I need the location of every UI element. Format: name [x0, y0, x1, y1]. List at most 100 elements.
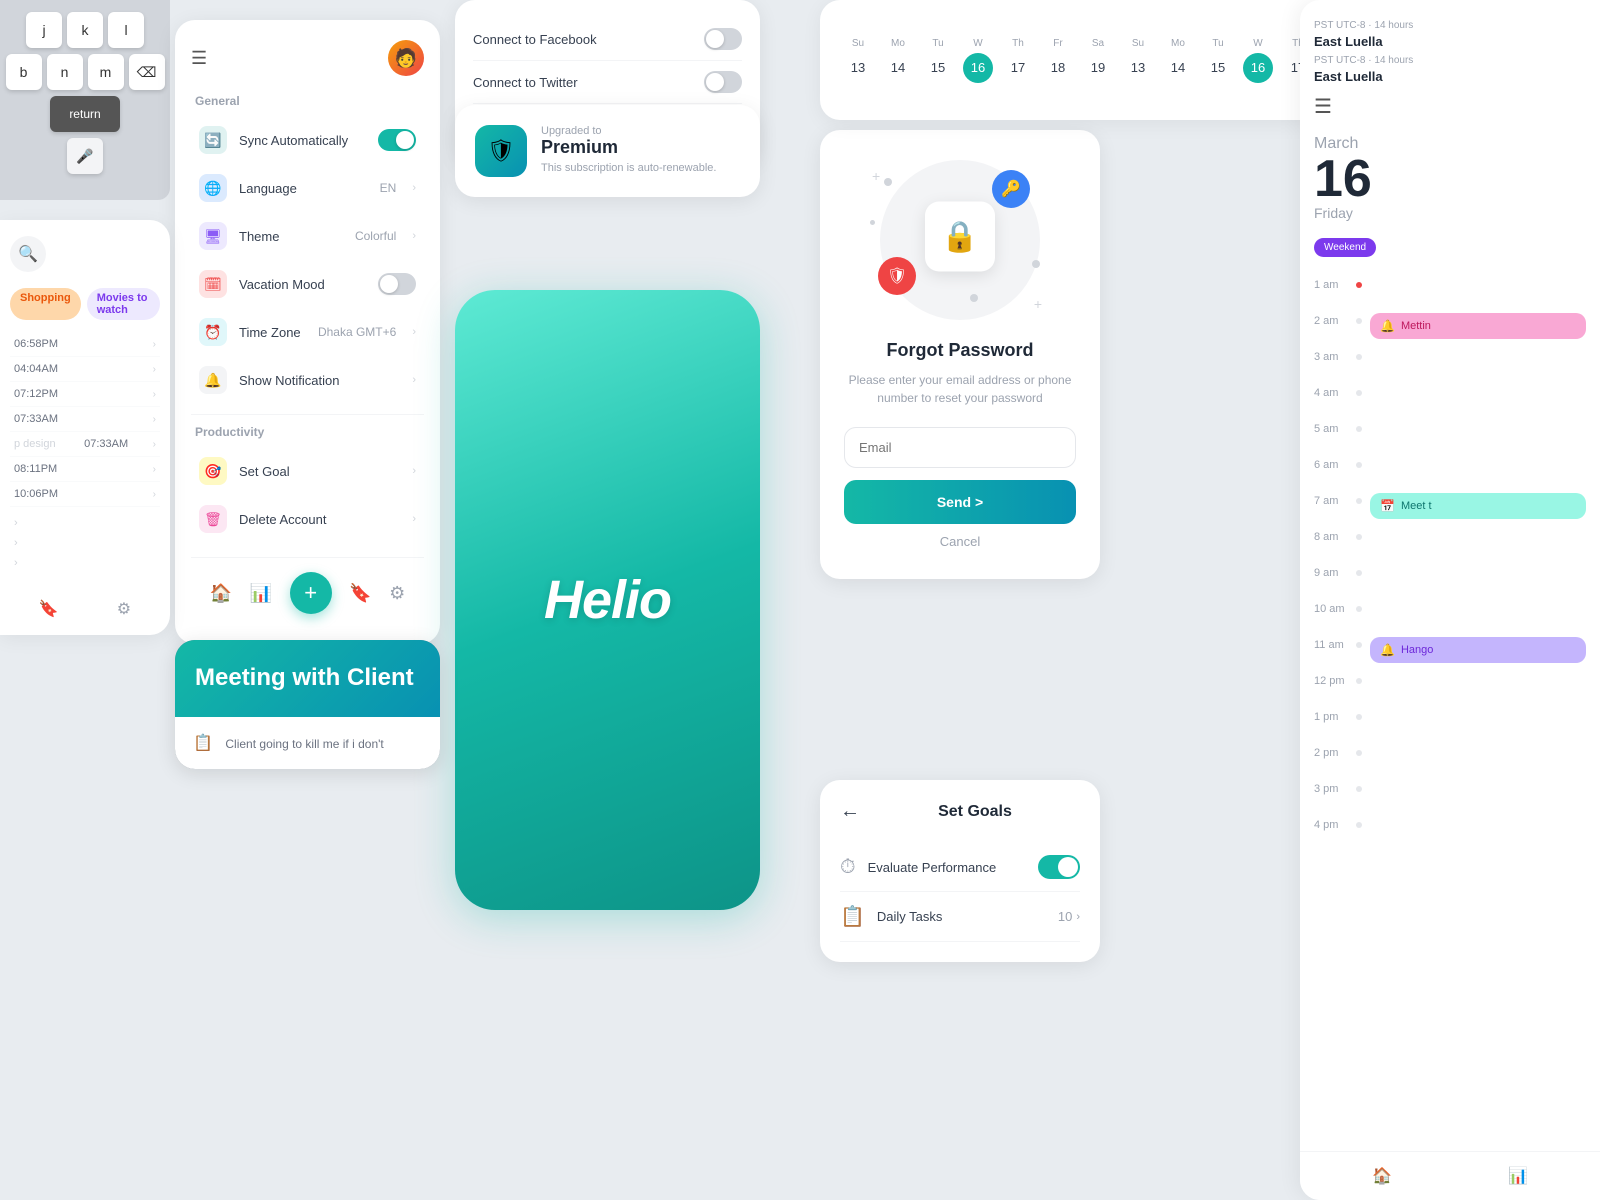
setting-sync[interactable]: 🔄 Sync Automatically [191, 116, 424, 164]
goal-daily-tasks[interactable]: 📋 Daily Tasks 10 › [840, 892, 1080, 942]
cal-day-5[interactable]: Fr 18 [1040, 38, 1076, 83]
world-clocks: PST UTC-8 · 14 hours East Luella PST UTC… [1314, 20, 1586, 84]
nav-chart-icon[interactable]: 📊 [250, 583, 272, 604]
sync-label: Sync Automatically [239, 133, 366, 148]
goals-back-button[interactable]: ← [840, 800, 860, 823]
dot-4pm [1356, 822, 1362, 828]
clock-city-1: East Luella [1314, 34, 1586, 49]
schedule-badge[interactable]: Weekend [1314, 238, 1376, 257]
social-facebook[interactable]: Connect to Facebook [473, 18, 742, 61]
slot-10am: 10 am [1314, 601, 1586, 629]
cal-day-0[interactable]: Su 13 [840, 38, 876, 83]
goals-title: Set Goals [870, 803, 1080, 821]
time-chevron-3: › [153, 389, 156, 400]
language-icon: 🌐 [199, 174, 227, 202]
time-chevron-2: › [153, 364, 156, 375]
slot-7am: 7 am 📅 Meet t [1314, 493, 1586, 521]
key-b[interactable]: b [6, 54, 42, 90]
goals-header: ← Set Goals [840, 800, 1080, 823]
nav-home-icon[interactable]: 🏠 [210, 583, 232, 604]
plus-deco-2: + [1034, 296, 1042, 312]
event-hango[interactable]: 🔔 Hango [1370, 637, 1586, 663]
schedule-menu-icon[interactable]: ☰ [1314, 94, 1586, 119]
dot-9am [1356, 570, 1362, 576]
cal-day-7[interactable]: Su 13 [1120, 38, 1156, 83]
clock-tz-label-2: PST UTC-8 · 14 hours [1314, 55, 1586, 66]
key-badge-icon: 🔑 [992, 170, 1030, 208]
tag-movies[interactable]: Movies to watch [87, 288, 160, 320]
cal-day-10[interactable]: W 16 [1240, 38, 1276, 83]
key-mic[interactable]: 🎤 [67, 138, 103, 174]
vacation-toggle[interactable] [378, 273, 416, 295]
email-input[interactable] [844, 427, 1076, 468]
key-k[interactable]: k [67, 12, 103, 48]
tag-shopping[interactable]: Shopping [10, 288, 81, 320]
premium-subtitle: This subscription is auto-renewable. [541, 162, 716, 174]
facebook-toggle[interactable] [704, 28, 742, 50]
key-j[interactable]: j [26, 12, 62, 48]
cal-day-6[interactable]: Sa 19 [1080, 38, 1116, 83]
goal-evaluate[interactable]: ⏱ Evaluate Performance [840, 843, 1080, 892]
premium-icon: 🛡 [475, 125, 527, 177]
meeting-title: Meeting with Client [195, 664, 420, 693]
sched-chart-icon[interactable]: 📊 [1508, 1166, 1528, 1186]
key-n[interactable]: n [47, 54, 83, 90]
forgot-subtitle: Please enter your email address or phone… [844, 371, 1076, 407]
setting-goal[interactable]: 🎯 Set Goal › [191, 447, 424, 495]
schedule-panel: PST UTC-8 · 14 hours East Luella PST UTC… [1300, 0, 1600, 1200]
dot-6am [1356, 462, 1362, 468]
act-gear-icon[interactable]: ⚙ [117, 599, 131, 619]
avatar[interactable]: 🧑 [388, 40, 424, 76]
cal-day-1[interactable]: Mo 14 [880, 38, 916, 83]
key-m[interactable]: m [88, 54, 124, 90]
time-chevron-7: › [153, 489, 156, 500]
cal-day-2[interactable]: Tu 15 [920, 38, 956, 83]
time-entry-4: 07:33AM › [10, 407, 160, 432]
setting-notification[interactable]: 🔔 Show Notification › [191, 356, 424, 404]
search-box[interactable]: 🔍 [10, 236, 46, 272]
setting-theme[interactable]: 🖥 Theme Colorful › [191, 212, 424, 260]
time-chevron-5: › [153, 439, 156, 450]
nav-bookmark-icon[interactable]: 🔖 [349, 583, 371, 604]
setting-language[interactable]: 🌐 Language EN › [191, 164, 424, 212]
act-bookmark-icon[interactable]: 🔖 [39, 599, 59, 619]
cal-day-4[interactable]: Th 17 [1000, 38, 1036, 83]
social-twitter[interactable]: Connect to Twitter [473, 61, 742, 104]
time-entry-6: 08:11PM › [10, 457, 160, 482]
setting-delete[interactable]: 🗑 Delete Account › [191, 495, 424, 543]
event-meet[interactable]: 📅 Meet t [1370, 493, 1586, 519]
nav-gear-icon[interactable]: ⚙ [389, 583, 405, 604]
time-val-1: 06:58PM [14, 338, 58, 350]
key-l[interactable]: l [108, 12, 144, 48]
menu-icon[interactable]: ☰ [191, 48, 207, 69]
send-button[interactable]: Send > [844, 480, 1076, 524]
lock-icon: 🔒 [925, 202, 995, 272]
twitter-toggle[interactable] [704, 71, 742, 93]
cal-day-9[interactable]: Tu 15 [1200, 38, 1236, 83]
cal-day-today[interactable]: W 16 [960, 38, 996, 83]
cal-day-8[interactable]: Mo 14 [1160, 38, 1196, 83]
sched-home-icon[interactable]: 🏠 [1372, 1166, 1392, 1186]
meeting-desc: Client going to kill me if i don't [225, 737, 383, 751]
evaluate-toggle[interactable] [1038, 855, 1080, 879]
keyboard-panel: j k l b n m ⌫ return 🎤 [0, 0, 170, 200]
event-mettin[interactable]: 🔔 Mettin [1370, 313, 1586, 339]
dot-7am [1356, 498, 1362, 504]
cancel-link[interactable]: Cancel [844, 534, 1076, 549]
key-backspace[interactable]: ⌫ [129, 54, 165, 90]
section-productivity-label: Productivity [191, 425, 424, 439]
keyboard-row-2: b n m ⌫ [6, 54, 165, 90]
slot-2pm: 2 pm [1314, 745, 1586, 773]
key-return[interactable]: return [50, 96, 120, 132]
goal-chevron: › [412, 465, 416, 477]
tasks-count: 10 › [1058, 909, 1080, 924]
slot-12pm: 12 pm [1314, 673, 1586, 701]
premium-badge: Upgraded to [541, 125, 716, 137]
setting-timezone[interactable]: ⏰ Time Zone Dhaka GMT+6 › [191, 308, 424, 356]
nav-plus-button[interactable]: + [290, 572, 332, 614]
timezone-value: Dhaka GMT+6 [318, 325, 396, 339]
section-general-label: General [191, 94, 424, 108]
settings-bottom-nav: 🏠 📊 + 🔖 ⚙ [191, 557, 424, 624]
sync-toggle[interactable] [378, 129, 416, 151]
setting-vacation[interactable]: 🗓 Vacation Mood [191, 260, 424, 308]
